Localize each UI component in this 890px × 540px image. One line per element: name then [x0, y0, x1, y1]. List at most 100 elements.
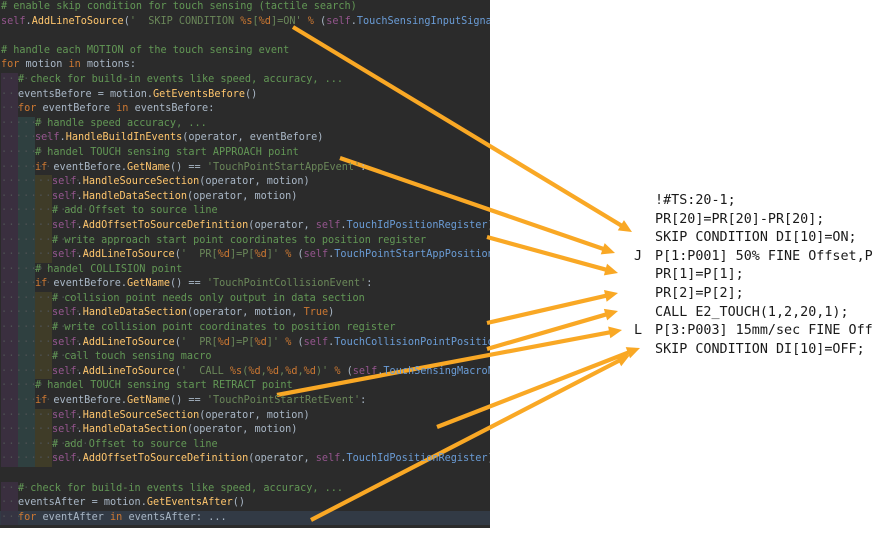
code-line[interactable]: [0, 525, 490, 528]
screenshot-canvas: # enable skip condition for touch sensin…: [0, 0, 890, 540]
code-line[interactable]: self.AddLineToSource(' SKIP CONDITION %s…: [0, 15, 490, 30]
code-statement: for eventAfter in eventsAfter: ...: [18, 511, 227, 523]
code-statement: self.HandleBuildInEvents(operator, event…: [35, 132, 324, 144]
code-line[interactable]: ···· # check for build-in events like spe…: [0, 72, 490, 88]
code-statement: if eventBefore.GetName() == 'TouchPointC…: [35, 278, 373, 290]
arrow-pr-start-app: [486, 234, 618, 276]
code-comment: # add Offset to source line: [52, 205, 218, 217]
code-comment: # write approach start point coordinates…: [52, 234, 427, 246]
robot-line-text: P[1:P001] 50% FINE Offset,P: [647, 248, 873, 264]
code-statement: self.AddLineToSource(' SKIP CONDITION %s…: [1, 15, 490, 27]
robot-program-line: PR[1]=P[1];: [634, 266, 890, 285]
code-line[interactable]: ············ # call touch sensing macro: [0, 350, 490, 365]
robot-program-line: PR[2]=P[2];: [634, 285, 890, 304]
code-line[interactable]: [0, 29, 490, 44]
robot-program-line: L P[3:P003] 15mm/sec FINE Off: [634, 322, 890, 341]
robot-line-text: SKIP CONDITION DI[10]=ON;: [647, 230, 857, 246]
code-line[interactable]: ············ self.HandleSourceSection(ope…: [0, 408, 490, 424]
robot-line-text: SKIP CONDITION DI[10]=OFF;: [647, 341, 865, 357]
code-line[interactable]: ············ # add Offset to source line: [0, 437, 490, 453]
code-comment: # collision point needs only output in d…: [52, 292, 365, 304]
code-comment: # handel COLLISION point: [35, 263, 183, 275]
code-statement: for eventBefore in eventsBefore:: [18, 103, 215, 115]
robot-line-text: PR[2]=P[2];: [647, 285, 744, 301]
code-line[interactable]: # enable skip condition for touch sensin…: [0, 0, 490, 15]
code-line[interactable]: ············ self.HandleDataSection(opera…: [0, 423, 490, 438]
code-line[interactable]: ········ if eventBefore.GetName() == 'Tou…: [0, 160, 490, 176]
code-line[interactable]: ············ self.AddLineToSource(' PR[%d…: [0, 335, 490, 351]
robot-line-motion-type: L: [634, 323, 643, 339]
code-comment: # check for build-in events like speed, …: [18, 482, 344, 494]
arrow-call-macro: [486, 308, 618, 352]
code-line[interactable]: ············ # collision point needs only…: [0, 291, 490, 307]
robot-program-line: !#TS:20-1;: [634, 192, 890, 211]
robot-line-text: P[3:P003] 15mm/sec FINE Off: [647, 323, 873, 339]
code-line[interactable]: for motion in motions:: [0, 58, 490, 73]
generated-robot-program-listing: !#TS:20-1; PR[20]=PR[20]-PR[20]; SKIP CO…: [634, 192, 890, 359]
code-comment: # write collision point coordinates to p…: [52, 322, 396, 334]
robot-program-line: SKIP CONDITION DI[10]=ON;: [634, 229, 890, 248]
code-comment: # handle speed accuracy, ...: [35, 117, 207, 129]
code-statement: self.HandleDataSection(operator, motion,…: [52, 307, 335, 319]
code-line[interactable]: ············ self.AddLineToSource(' PR[%d…: [0, 248, 490, 263]
robot-program-line: SKIP CONDITION DI[10]=OFF;: [634, 341, 890, 360]
code-line[interactable]: ···· eventsAfter = motion.GetEventsAfter(…: [0, 496, 490, 511]
code-line[interactable]: ···· for eventBefore in eventsBefore:: [0, 102, 490, 117]
code-line[interactable]: ············ self.HandleDataSection(opera…: [0, 189, 490, 205]
code-line[interactable]: ········ self.HandleBuildInEvents(operato…: [0, 131, 490, 146]
code-statement: self.AddLineToSource(' CALL %s(%d,%d,%d,…: [52, 365, 490, 377]
code-comment: # check for build-in events like speed, …: [18, 73, 344, 85]
code-line[interactable]: [0, 467, 490, 482]
robot-line-motion-type: [634, 285, 647, 304]
code-line[interactable]: ···· # check for build-in events like spe…: [0, 481, 490, 497]
code-statement: self.HandleDataSection(operator, motion): [52, 190, 298, 202]
code-line[interactable]: ········ # handel TOUCH sensing start RET…: [0, 379, 490, 395]
code-statement: self.HandleSourceSection(operator, motio…: [52, 409, 310, 421]
code-statement: self.HandleDataSection(operator, motion): [52, 424, 298, 436]
code-comment: # enable skip condition for touch sensin…: [1, 1, 357, 12]
robot-program-line: PR[20]=PR[20]-PR[20];: [634, 211, 890, 230]
code-statement: if eventBefore.GetName() == 'TouchPointS…: [35, 161, 367, 173]
code-comment: # handel TOUCH sensing start RETRACT poi…: [35, 380, 293, 392]
robot-line-motion-type: [634, 229, 647, 248]
code-line[interactable]: ········ if eventBefore.GetName() == 'Tou…: [0, 277, 490, 292]
robot-line-text: CALL E2_TOUCH(1,2,20,1);: [647, 304, 849, 320]
code-statement: self.AddOffsetToSourceDefinition(operato…: [52, 219, 490, 231]
code-comment: # handle each MOTION of the touch sensin…: [1, 44, 290, 56]
code-line[interactable]: ···· for eventAfter in eventsAfter: ...: [0, 510, 490, 526]
code-comment: # add Offset to source line: [52, 438, 218, 450]
code-line[interactable]: ············ # write collision point coor…: [0, 321, 490, 336]
robot-line-motion-type: J: [634, 248, 643, 264]
robot-line-text: PR[1]=P[1];: [647, 267, 744, 283]
robot-line-motion-type: [634, 211, 647, 230]
code-statement: self.AddLineToSource(' PR[%d]=P[%d]' % (…: [52, 336, 490, 348]
code-comment: # handel TOUCH sensing start APPROACH po…: [35, 146, 299, 158]
robot-line-motion-type: [634, 192, 647, 211]
robot-line-text: PR[20]=PR[20]-PR[20];: [647, 211, 825, 227]
code-line[interactable]: ········ # handel TOUCH sensing start APP…: [0, 145, 490, 161]
python-source-editor[interactable]: # enable skip condition for touch sensin…: [0, 0, 490, 528]
code-line[interactable]: ···· eventsBefore = motion.GetEventsBefor…: [0, 87, 490, 103]
code-statement: eventsAfter = motion.GetEventsAfter(): [18, 497, 245, 509]
code-statement: eventsBefore = motion.GetEventsBefore(): [18, 88, 258, 100]
robot-line-motion-type: [634, 266, 647, 285]
code-line[interactable]: ············ self.AddOffsetToSourceDefini…: [0, 218, 490, 234]
code-line[interactable]: ············ self.HandleSourceSection(ope…: [0, 175, 490, 190]
code-line[interactable]: # handle each MOTION of the touch sensin…: [0, 44, 490, 59]
robot-line-text: !#TS:20-1;: [647, 193, 736, 208]
code-line[interactable]: ········ # handel COLLISION point: [0, 262, 490, 278]
code-line[interactable]: ············ self.HandleDataSection(opera…: [0, 306, 490, 322]
code-line[interactable]: ············ # add Offset to source line: [0, 204, 490, 219]
code-line[interactable]: ········ if eventBefore.GetName() == 'Tou…: [0, 394, 490, 409]
code-comment: # call touch sensing macro: [52, 351, 212, 363]
code-statement: self.AddOffsetToSourceDefinition(operato…: [52, 453, 490, 465]
code-statement: self.AddLineToSource(' PR[%d]=P[%d]' % (…: [52, 249, 490, 261]
code-line[interactable]: ········ # handle speed accuracy, ...: [0, 116, 490, 132]
robot-line-motion-type: [634, 304, 647, 323]
code-line[interactable]: ············ # write approach start point…: [0, 233, 490, 249]
code-line[interactable]: ············ self.AddLineToSource(' CALL …: [0, 364, 490, 380]
code-line[interactable]: ············ self.AddOffsetToSourceDefini…: [0, 452, 490, 467]
arrow-pr-collision: [486, 290, 618, 326]
robot-line-motion-type: [634, 341, 647, 360]
code-statement: self.HandleSourceSection(operator, motio…: [52, 176, 310, 188]
